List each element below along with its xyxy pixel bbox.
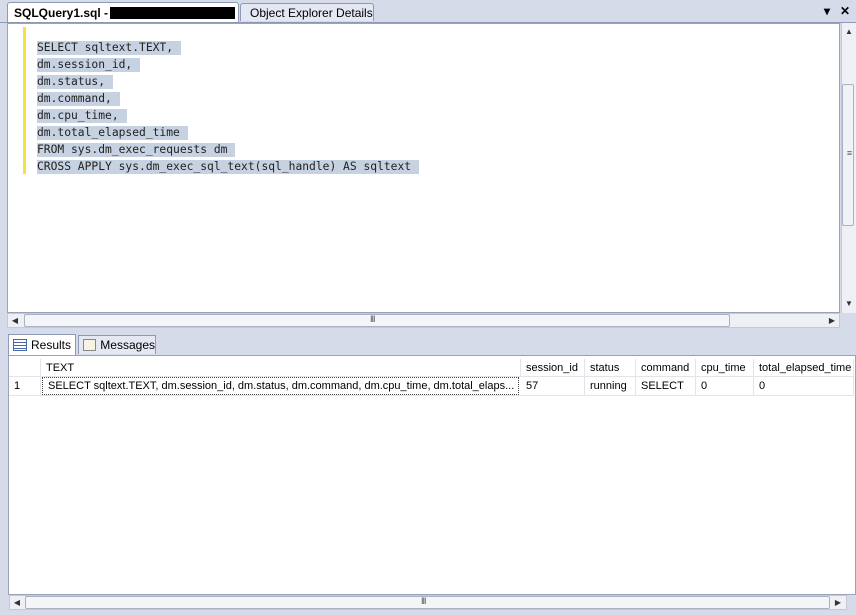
tab-object-explorer-details[interactable]: Object Explorer Details xyxy=(240,3,374,21)
scroll-down-icon[interactable]: ▼ xyxy=(843,297,855,309)
tab-sqlquery1[interactable]: SQLQuery1.sql - xyxy=(7,2,239,22)
tab-messages[interactable]: Messages xyxy=(78,335,156,354)
results-horizontal-scroll-thumb[interactable] xyxy=(25,596,830,609)
code-line: SELECT sqltext.TEXT, xyxy=(37,39,419,56)
cell-text[interactable]: SELECT sqltext.TEXT, dm.session_id, dm.s… xyxy=(42,377,519,395)
column-header-session-id[interactable]: session_id xyxy=(521,359,585,376)
code-line: CROSS APPLY sys.dm_exec_sql_text(sql_han… xyxy=(37,158,420,175)
code-line: FROM sys.dm_exec_requests dm xyxy=(37,141,419,158)
editor-horizontal-scroll-thumb[interactable] xyxy=(24,314,730,327)
scroll-right-icon[interactable]: ▶ xyxy=(832,596,844,608)
results-grid-icon xyxy=(13,339,27,351)
row-number[interactable]: 1 xyxy=(9,377,41,395)
code-line: dm.status, xyxy=(37,73,419,90)
code-line: dm.session_id, xyxy=(37,56,419,73)
messages-icon xyxy=(83,339,97,351)
cell-cpu-time[interactable]: 0 xyxy=(696,377,754,395)
triangle-down-icon[interactable]: ▾ xyxy=(820,4,834,18)
horizontal-grip-icon: III xyxy=(370,314,375,324)
cell-status[interactable]: running xyxy=(585,377,636,395)
scroll-up-icon[interactable]: ▲ xyxy=(843,25,855,37)
scroll-left-icon[interactable]: ◀ xyxy=(11,596,23,608)
horizontal-grip-icon: III xyxy=(421,596,426,606)
cell-total-elapsed-time[interactable]: 0 xyxy=(754,377,854,395)
code-line: dm.command, xyxy=(37,90,419,107)
row-header-corner[interactable] xyxy=(9,359,41,376)
code-line: dm.total_elapsed_time xyxy=(37,124,419,141)
column-header-cpu-time[interactable]: cpu_time xyxy=(696,359,754,376)
tab-messages-label: Messages xyxy=(100,338,155,352)
tab-object-explorer-details-label: Object Explorer Details xyxy=(250,5,373,20)
change-tracking-marker xyxy=(23,27,26,174)
scroll-left-icon[interactable]: ◀ xyxy=(9,314,21,326)
close-icon[interactable]: ✕ xyxy=(838,4,852,18)
scroll-right-icon[interactable]: ▶ xyxy=(826,314,838,326)
vertical-grip-icon: ≡ xyxy=(846,148,852,158)
code-line: dm.cpu_time, xyxy=(37,107,419,124)
tab-results-label: Results xyxy=(31,338,72,352)
row-divider xyxy=(9,395,854,396)
column-header-total-elapsed-time[interactable]: total_elapsed_time xyxy=(754,359,854,376)
column-header-command[interactable]: command xyxy=(636,359,696,376)
redacted-server-name xyxy=(110,6,236,19)
tab-sqlquery1-label: SQLQuery1.sql - xyxy=(14,5,109,20)
column-header-text[interactable]: TEXT xyxy=(41,359,521,376)
cell-command[interactable]: SELECT xyxy=(636,377,696,395)
sql-code[interactable]: SELECT sqltext.TEXT, dm.session_id, dm.s… xyxy=(37,39,420,175)
cell-session-id[interactable]: 57 xyxy=(521,377,585,395)
tab-results[interactable]: Results xyxy=(8,334,76,355)
column-header-status[interactable]: status xyxy=(585,359,636,376)
